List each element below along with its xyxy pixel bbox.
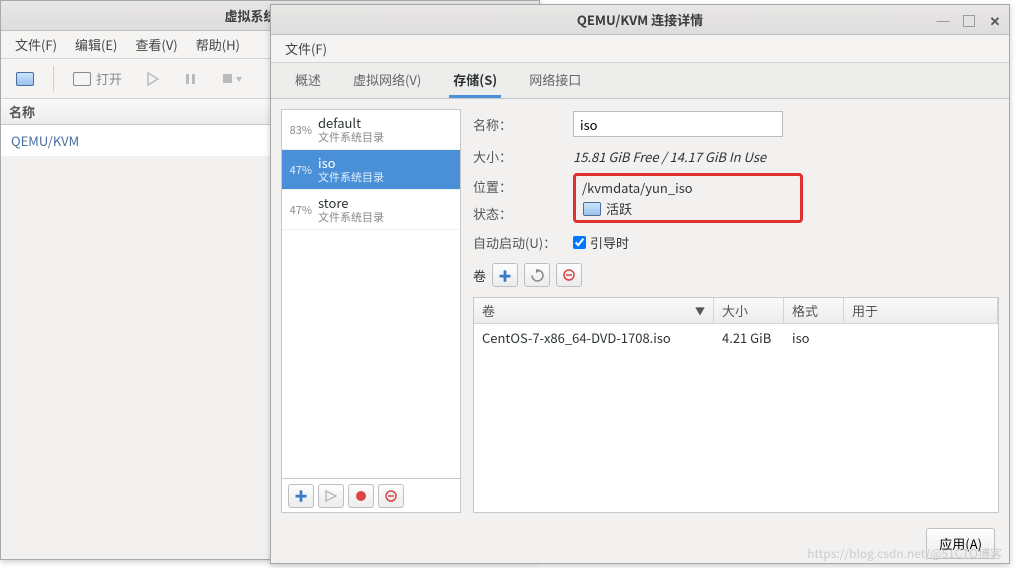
close-icon[interactable]: ✕ bbox=[987, 12, 1003, 28]
open-button[interactable]: 打开 bbox=[64, 65, 130, 92]
menu-view[interactable]: 查看(V) bbox=[127, 32, 185, 57]
pool-item-default[interactable]: 83% default 文件系统目录 bbox=[282, 110, 460, 150]
cd-tabs: 概述 虚拟网络(V) 存储(S) 网络接口 bbox=[271, 63, 1009, 99]
tab-overview[interactable]: 概述 bbox=[291, 62, 325, 98]
refresh-volumes-button[interactable] bbox=[524, 263, 550, 287]
pool-details: 名称： 大小： 15.81 GiB Free / 14.17 GiB In Us… bbox=[473, 109, 999, 513]
menu-edit[interactable]: 编辑(E) bbox=[67, 32, 125, 57]
pool-state-value: 活跃 bbox=[606, 199, 632, 218]
volume-row[interactable]: CentOS-7-x86_64-DVD-1708.iso 4.21 GiB is… bbox=[474, 324, 998, 350]
stop-pool-button[interactable] bbox=[348, 484, 374, 508]
highlighted-region: /kvmdata/yun_iso 活跃 bbox=[573, 173, 803, 223]
label-size: 大小： bbox=[473, 147, 573, 166]
new-vm-button[interactable] bbox=[7, 66, 43, 92]
label-volumes: 卷 bbox=[473, 266, 486, 285]
tab-network-interfaces[interactable]: 网络接口 bbox=[525, 62, 585, 98]
tab-virtual-networks[interactable]: 虚拟网络(V) bbox=[349, 62, 425, 98]
col-volume[interactable]: 卷▼ bbox=[474, 298, 714, 323]
menu-file[interactable]: 文件(F) bbox=[7, 32, 65, 57]
delete-pool-button[interactable] bbox=[378, 484, 404, 508]
pause-icon[interactable] bbox=[176, 68, 206, 90]
volume-table: 卷▼ 大小 格式 用于 CentOS-7-x86_64-DVD-1708.iso… bbox=[473, 297, 999, 513]
state-active-icon bbox=[582, 200, 602, 218]
play-icon[interactable] bbox=[138, 68, 168, 90]
delete-volume-button[interactable] bbox=[556, 263, 582, 287]
add-volume-button[interactable]: ✚ bbox=[492, 263, 518, 287]
add-pool-button[interactable]: ✚ bbox=[288, 484, 314, 508]
cd-titlebar: QEMU/KVM 连接详情 ─ ▢ ✕ bbox=[271, 5, 1009, 35]
autostart-checkbox[interactable] bbox=[573, 236, 586, 249]
pool-item-store[interactable]: 47% store 文件系统目录 bbox=[282, 190, 460, 230]
label-location: 位置： bbox=[473, 177, 573, 196]
conn-details-window: QEMU/KVM 连接详情 ─ ▢ ✕ 文件(F) 概述 虚拟网络(V) 存储(… bbox=[270, 4, 1010, 564]
col-size[interactable]: 大小 bbox=[714, 298, 784, 323]
cd-title: QEMU/KVM 连接详情 bbox=[271, 10, 1009, 29]
apply-button[interactable]: 应用(A) bbox=[926, 528, 995, 559]
minimize-icon[interactable]: ─ bbox=[935, 12, 951, 28]
pool-item-iso[interactable]: 47% iso 文件系统目录 bbox=[282, 150, 460, 190]
pool-location-value: /kvmdata/yun_iso bbox=[582, 178, 794, 197]
pool-size-value: 15.81 GiB Free / 14.17 GiB In Use bbox=[573, 147, 766, 166]
menu-help[interactable]: 帮助(H) bbox=[188, 32, 248, 57]
col-format[interactable]: 格式 bbox=[784, 298, 844, 323]
pool-name-input[interactable] bbox=[573, 111, 783, 137]
start-pool-button[interactable] bbox=[318, 484, 344, 508]
maximize-icon[interactable]: ▢ bbox=[961, 12, 977, 28]
col-usedby[interactable]: 用于 bbox=[844, 298, 998, 323]
cd-menubar: 文件(F) bbox=[271, 35, 1009, 63]
storage-pool-list: 83% default 文件系统目录 47% iso 文件系统目录 bbox=[281, 109, 461, 513]
autostart-value: 引导时 bbox=[590, 233, 629, 252]
tab-storage[interactable]: 存储(S) bbox=[449, 62, 501, 98]
label-autostart: 自动启动(U)： bbox=[473, 233, 573, 252]
label-state: 状态： bbox=[473, 204, 573, 223]
stop-dropdown[interactable] bbox=[214, 68, 250, 90]
label-name: 名称： bbox=[473, 115, 573, 134]
menu-file[interactable]: 文件(F) bbox=[277, 36, 335, 61]
